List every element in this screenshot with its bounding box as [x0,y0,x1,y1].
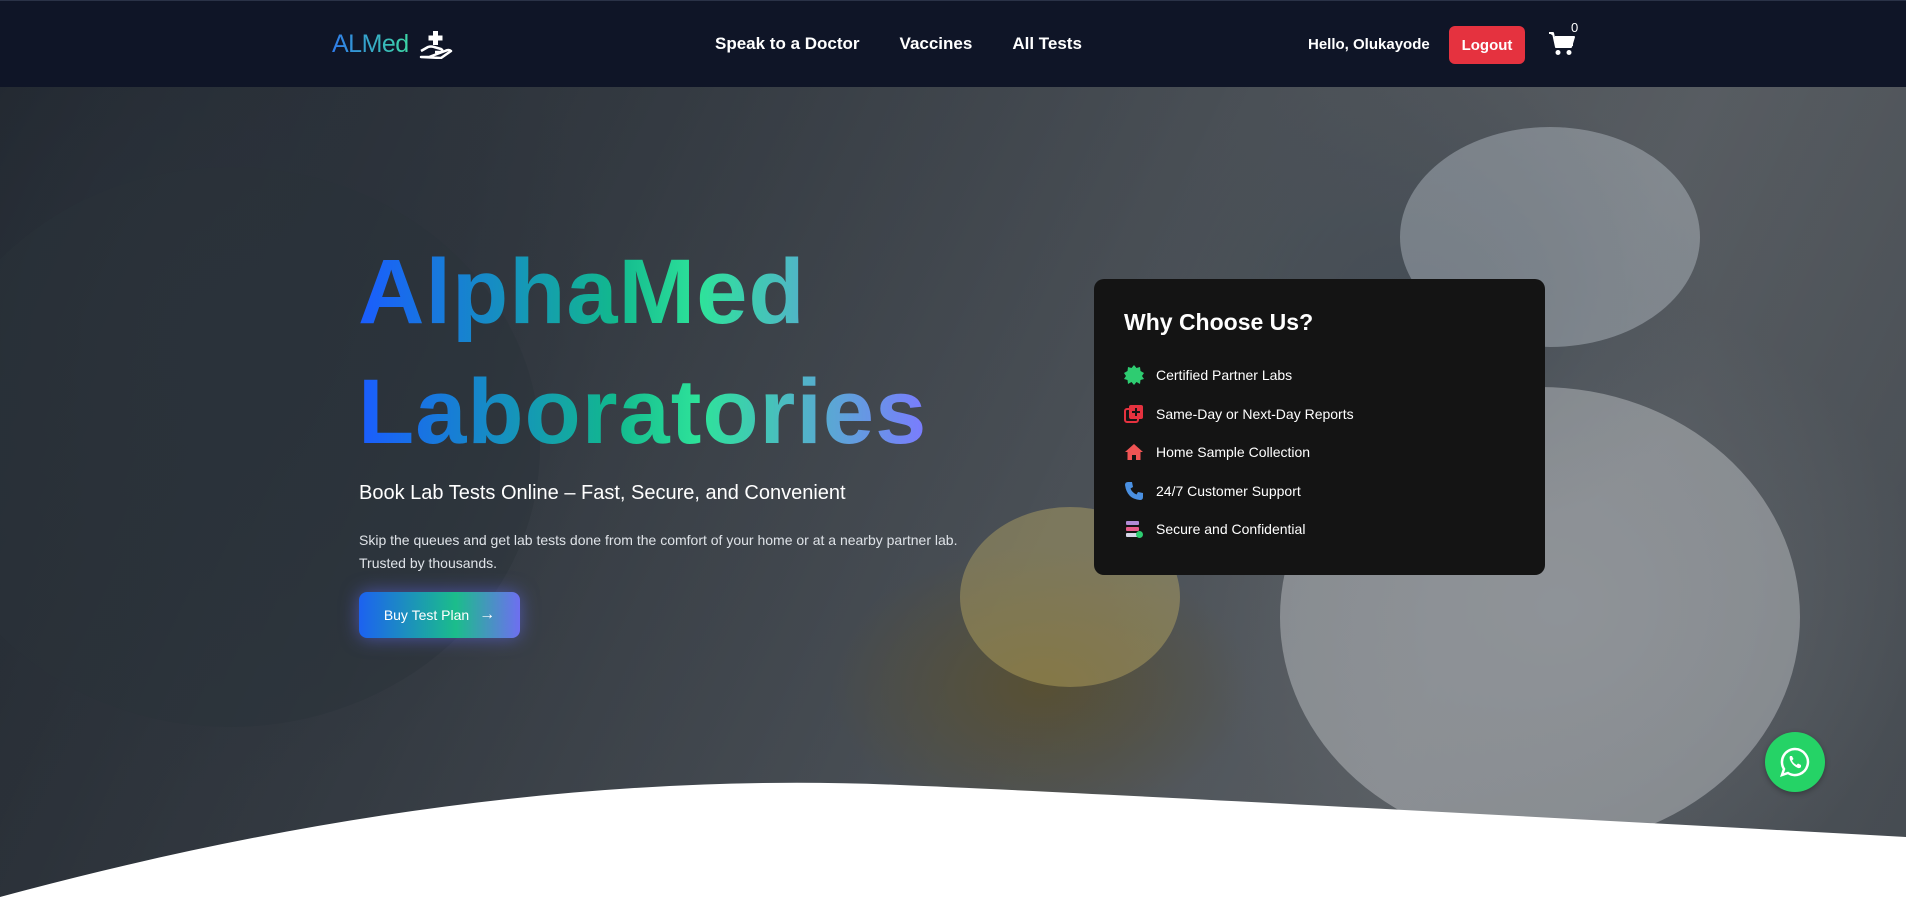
whatsapp-icon [1780,747,1810,777]
logo[interactable]: ALMed [332,29,453,59]
phone-icon [1125,481,1143,500]
feature-label: Same-Day or Next-Day Reports [1156,405,1354,422]
hero-section: AlphaMed Laboratories Book Lab Tests Onl… [0,87,1906,897]
feature-item: Secure and Confidential [1124,510,1515,549]
navbar: ALMed Speak to a Doctor Vaccines All Tes… [0,0,1906,87]
cart-count-badge: 0 [1571,20,1579,35]
feature-item: Same-Day or Next-Day Reports [1124,395,1515,434]
why-choose-us-card: Why Choose Us? Certified Partner Labs Sa… [1094,279,1545,575]
whatsapp-chat-button[interactable] [1765,732,1825,792]
hero-subtitle: Book Lab Tests Online – Fast, Secure, an… [359,482,846,504]
medical-hand-icon [419,31,452,59]
feature-item: Certified Partner Labs [1124,356,1515,395]
feature-label: 24/7 Customer Support [1156,482,1301,499]
hero-title: AlphaMed Laboratories [358,232,927,472]
reports-icon [1124,404,1143,423]
arrow-right-icon: → [479,606,496,623]
feature-item: Home Sample Collection [1124,433,1515,472]
nav-link-speak-to-doctor[interactable]: Speak to a Doctor [715,34,860,54]
nav-link-all-tests[interactable]: All Tests [1012,34,1082,54]
hero-title-line2: Laboratories [358,361,928,463]
feature-item: 24/7 Customer Support [1124,472,1515,511]
buy-test-plan-button[interactable]: Buy Test Plan → [359,592,520,638]
nav-link-vaccines[interactable]: Vaccines [900,34,973,54]
hero-title-line1: AlphaMed [358,241,806,343]
buy-test-plan-label: Buy Test Plan [383,607,470,623]
feature-label: Home Sample Collection [1156,444,1311,461]
logo-text: ALMed [332,29,409,58]
feature-label: Secure and Confidential [1156,521,1306,538]
wave-divider [0,782,1906,897]
feature-label: Certified Partner Labs [1156,367,1293,384]
card-title: Why Choose Us? [1124,309,1314,335]
user-greeting: Hello, Olukayode [1308,36,1430,53]
logout-button[interactable]: Logout [1449,26,1525,64]
secure-database-icon [1126,521,1143,539]
nav-links: Speak to a Doctor Vaccines All Tests [715,34,1082,54]
home-icon [1125,444,1143,461]
hero-description: Skip the queues and get lab tests done f… [359,532,958,571]
certified-badge-icon [1124,365,1144,386]
